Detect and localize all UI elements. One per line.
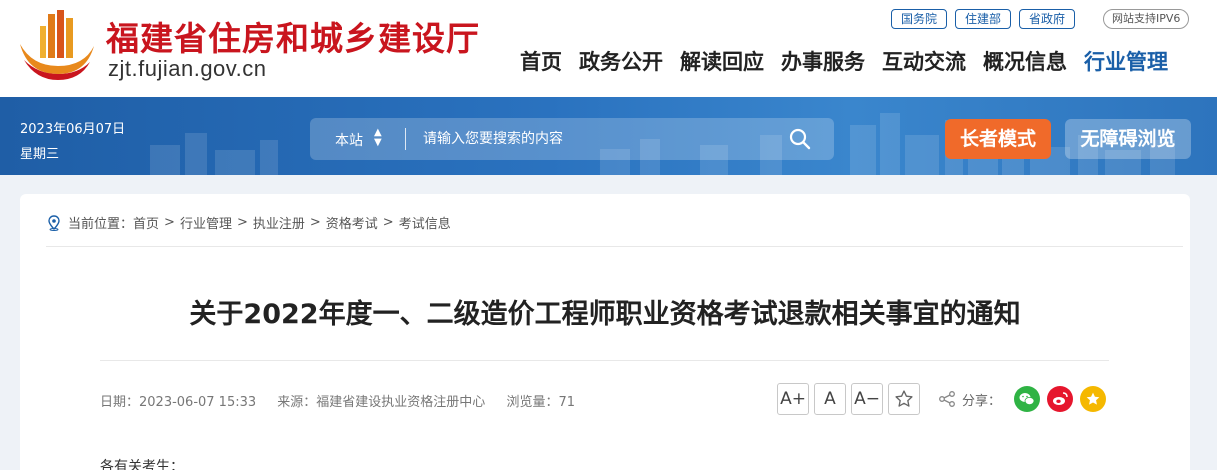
search-divider — [405, 128, 406, 150]
search-icon[interactable] — [788, 127, 812, 151]
quick-link-mohurd[interactable]: 住建部 — [955, 9, 1012, 29]
article-meta: 日期：2023-06-07 15:33 来源：福建省建设执业资格注册中心 浏览量… — [100, 391, 592, 410]
ipv6-badge: 网站支持IPV6 — [1103, 9, 1190, 29]
wechat-share-button[interactable] — [1014, 386, 1041, 412]
nav-item-services[interactable]: 办事服务 — [781, 46, 865, 76]
font-normal-button[interactable]: A — [814, 383, 846, 415]
chevron-right-icon: > — [382, 215, 394, 230]
breadcrumb-item-industry[interactable]: 行业管理 — [180, 213, 232, 232]
site-logo-icon[interactable] — [18, 10, 96, 82]
quick-links: 国务院 住建部 省政府 — [891, 9, 1076, 29]
star-icon — [895, 390, 913, 407]
chevron-right-icon: > — [164, 215, 175, 230]
location-pin-icon — [48, 214, 60, 231]
site-header: 福建省住房和城乡建设厅 zjt.fujian.gov.cn 国务院 住建部 省政… — [0, 0, 1217, 97]
quick-link-province[interactable]: 省政府 — [1019, 9, 1076, 29]
font-increase-button[interactable]: A+ — [777, 383, 809, 415]
accessible-browse-button[interactable]: 无障碍浏览 — [1065, 119, 1191, 159]
share-label: 分享： — [962, 393, 1002, 409]
elder-mode-button[interactable]: 长者模式 — [945, 119, 1051, 159]
search-scope-select[interactable]: 本站 — [335, 130, 363, 150]
nav-item-interaction[interactable]: 互动交流 — [882, 46, 966, 76]
breadcrumb-item-exam-info[interactable]: 考试信息 — [399, 213, 451, 232]
article-card: 当前位置： 首页 > 行业管理 > 执业注册 > 资格考试 > 考试信息 关于2… — [20, 194, 1190, 470]
chevron-right-icon: > — [309, 215, 321, 230]
breadcrumb-divider — [46, 246, 1183, 247]
nav-item-government-affairs[interactable]: 政务公开 — [579, 46, 663, 76]
updown-arrows-icon[interactable]: ▲ ▼ — [374, 128, 382, 148]
article-body: 各有关考生： — [100, 459, 184, 470]
article-title: 关于2022年度一、二级造价工程师职业资格考试退款相关事宜的通知 — [189, 299, 1021, 330]
font-tools: A+ A A− — [777, 383, 920, 415]
current-weekday: 星期三 — [20, 147, 60, 162]
share-icon — [939, 391, 955, 407]
article-date: 日期：2023-06-07 15:33 — [100, 395, 257, 410]
breadcrumb-prefix: 当前位置： — [68, 217, 134, 232]
search-bar: 本站 ▲ ▼ — [310, 118, 834, 160]
quick-link-state-council[interactable]: 国务院 — [891, 9, 948, 29]
font-decrease-button[interactable]: A− — [851, 383, 883, 415]
search-banner: 2023年06月07日 星期三 本站 ▲▼ 长者模式 无障碍浏览 — [0, 97, 1217, 175]
chevron-right-icon: > — [236, 215, 248, 230]
share-bar: 分享： — [938, 383, 1107, 415]
weibo-share-button[interactable] — [1047, 386, 1074, 412]
favorite-button[interactable] — [888, 383, 920, 415]
nav-item-home[interactable]: 首页 — [520, 46, 562, 76]
breadcrumb-item-home[interactable]: 首页 — [133, 213, 159, 232]
article-views: 浏览量：71 — [506, 395, 575, 410]
qzone-star-icon — [1086, 392, 1100, 405]
nav-item-industry-management[interactable]: 行业管理 — [1084, 46, 1168, 76]
breadcrumb-item-qualification[interactable]: 资格考试 — [326, 213, 378, 232]
nav-item-overview[interactable]: 概况信息 — [983, 46, 1067, 76]
article-source: 来源：福建省建设执业资格注册中心 — [277, 395, 486, 410]
breadcrumb: 当前位置： 首页 > 行业管理 > 执业注册 > 资格考试 > 考试信息 — [46, 213, 451, 232]
current-date: 2023年06月07日 — [20, 122, 126, 137]
nav-item-interpretation[interactable]: 解读回应 — [680, 46, 764, 76]
site-name[interactable]: 福建省住房和城乡建设厅 — [106, 12, 480, 60]
search-input[interactable] — [423, 128, 773, 150]
main-nav: 首页 政务公开 解读回应 办事服务 互动交流 概况信息 行业管理 — [520, 46, 1168, 76]
wechat-icon — [1019, 393, 1035, 405]
title-divider — [100, 360, 1109, 361]
site-url: zjt.fujian.gov.cn — [108, 56, 267, 81]
weibo-icon — [1053, 392, 1068, 405]
breadcrumb-item-registration[interactable]: 执业注册 — [253, 213, 305, 232]
qzone-share-button[interactable] — [1080, 386, 1107, 412]
